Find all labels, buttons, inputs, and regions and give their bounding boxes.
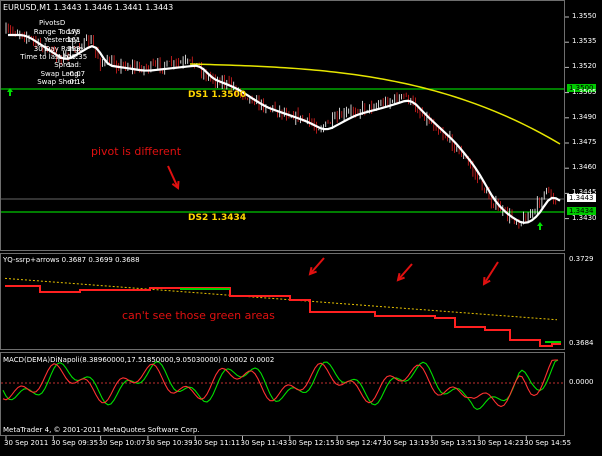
time-tick-label: 30 Sep 12:15 xyxy=(287,439,335,447)
time-tick-label: 30 Sep 11:11 xyxy=(193,439,240,447)
annotation-arrow xyxy=(483,261,499,285)
indicator2-pane[interactable] xyxy=(1,359,564,411)
price-tick-label: 1.3490 xyxy=(572,112,597,121)
indicator1-trend-dotted xyxy=(4,277,558,321)
time-tick-label: 30 Sep 10:07 xyxy=(98,439,146,447)
time-tick-label: 30 Sep 09:35 xyxy=(51,439,99,447)
footer-copyright: MetaTrader 4, © 2001-2011 MetaQuotes Sof… xyxy=(3,426,200,434)
pivot-row-value: -0.07 xyxy=(67,69,86,78)
buy-arrow xyxy=(537,222,543,230)
time-tick-label: 30 Sep 12:47 xyxy=(335,439,382,447)
time-tick-label: 30 Sep 10:39 xyxy=(145,439,193,447)
indicator1-pane[interactable] xyxy=(4,257,561,347)
time-tick-label: 30 Sep 2011 xyxy=(4,439,49,447)
price-tick-label: 1.3430 xyxy=(572,213,597,222)
price-tick-label: 1.3460 xyxy=(572,163,597,172)
moving-average-yellow xyxy=(189,63,561,145)
annotation-green-areas: can't see those green areas xyxy=(122,309,275,322)
time-tick-label: 30 Sep 14:55 xyxy=(524,439,572,447)
ds2-label: DS2 1.3434 xyxy=(188,213,247,223)
ds1-label: DS1 1.3500 xyxy=(188,90,247,100)
price-tick-label: 1.3550 xyxy=(572,12,597,20)
pivot-row-value: 178 xyxy=(67,28,81,36)
pivot-row-value: 161 xyxy=(67,36,81,45)
annotation-pivot-different: pivot is different xyxy=(91,145,182,158)
pivot-row-value: -0.14 xyxy=(67,77,86,86)
moving-average-white xyxy=(8,33,561,224)
pivot-row-value: 1 xyxy=(67,61,72,70)
mt4-chart-window[interactable]: EURUSD,M1 1.3443 1.3446 1.3441 1.3443 Pi… xyxy=(0,0,602,452)
indicator1-pane-frame xyxy=(0,253,565,350)
symbol-title: EURUSD,M1 1.3443 1.3446 1.3441 1.3443 xyxy=(3,3,174,12)
time-tick-label: 30 Sep 13:19 xyxy=(382,439,430,447)
main-pane-frame xyxy=(0,0,565,251)
annotation-arrow xyxy=(397,263,413,281)
indicator2-pane-frame xyxy=(0,352,565,436)
indicator1-title: YQ-ssrp+arrows 0.3687 0.3699 0.3688 xyxy=(3,256,140,264)
price-tick-label: 1.3535 xyxy=(572,37,597,46)
ind1-axis-top: 0.3729 xyxy=(569,255,594,263)
time-tick-label: 30 Sep 11:43 xyxy=(240,439,288,447)
indicator1-step-line xyxy=(5,285,561,347)
price-tick-label: 1.3445 xyxy=(572,188,597,197)
macd-line-green xyxy=(2,359,559,411)
time-tick-label: 30 Sep 13:51 xyxy=(429,439,477,447)
price-tick-label: 1.3505 xyxy=(572,87,597,96)
indicator2-title: MACD(DEMA)DiNapoli(8.38960000,17.5185000… xyxy=(3,356,275,364)
price-tick-label: 1.3475 xyxy=(572,138,597,146)
axes-layer xyxy=(5,16,569,440)
pivots-title: PivotsD xyxy=(39,19,66,27)
pivot-row-value: 153 xyxy=(67,44,81,53)
ind2-axis-zero: 0.0000 xyxy=(569,378,594,386)
ind1-axis-bottom: 0.3684 xyxy=(569,339,594,347)
time-tick-label: 30 Sep 14:23 xyxy=(477,439,524,447)
chart-canvas[interactable] xyxy=(0,0,602,452)
pivot-row-value: 00:35 xyxy=(67,52,88,61)
price-tick-label: 1.3520 xyxy=(572,62,597,71)
annotation-arrow xyxy=(309,257,325,275)
